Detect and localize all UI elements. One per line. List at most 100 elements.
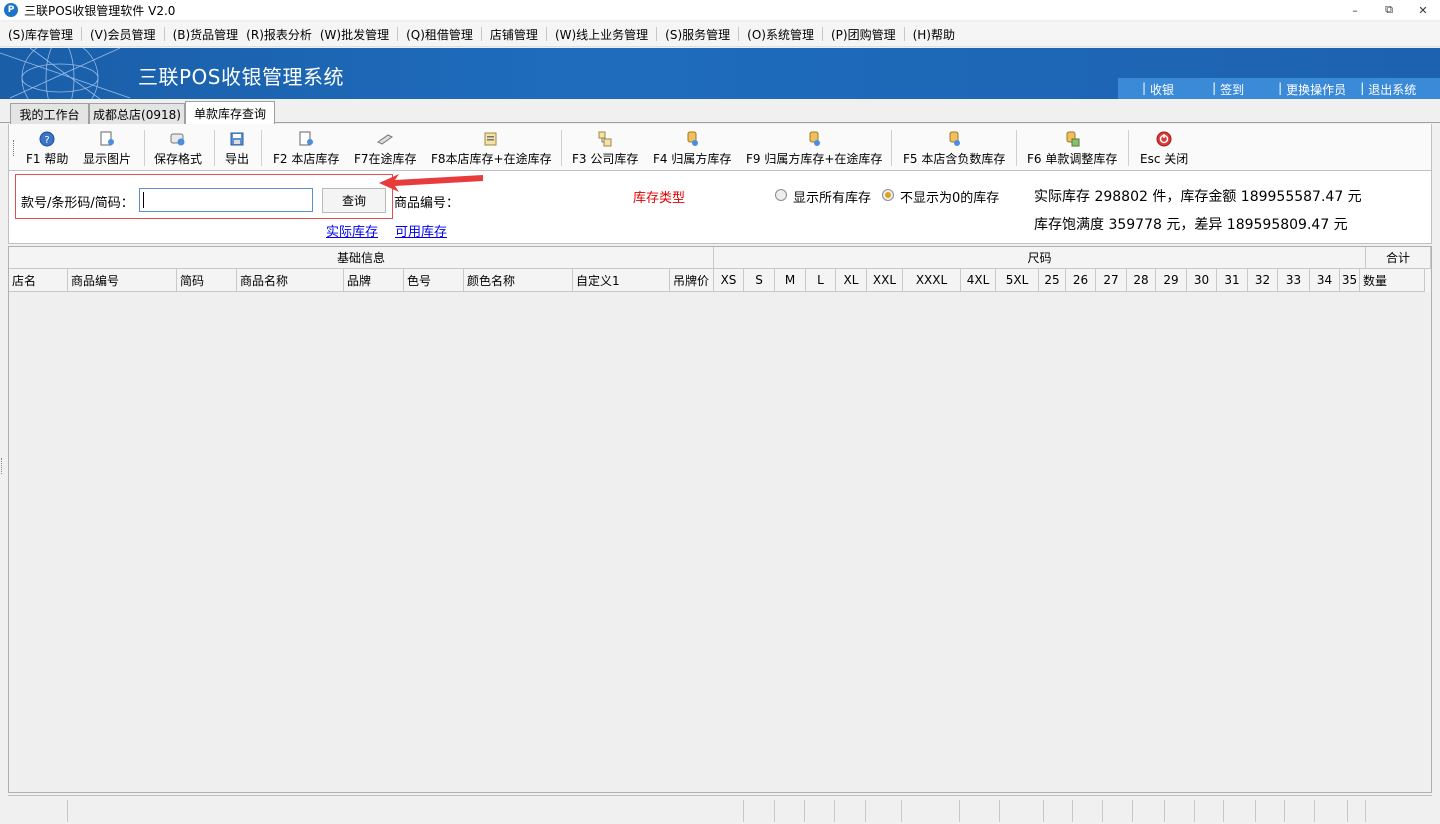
menu-inventory[interactable]: (S)库存管理 <box>4 26 77 43</box>
show-image-button[interactable]: 显示图片 <box>83 130 131 167</box>
stock-type-label: 库存类型 <box>633 191 686 206</box>
product-code-label: 商品编号： <box>394 196 460 211</box>
status-separator <box>1043 800 1044 822</box>
status-separator <box>1194 800 1195 822</box>
esc-close-button[interactable]: Esc 关闭 <box>1140 130 1188 167</box>
splitter-grip[interactable] <box>1 458 4 474</box>
column-header[interactable]: 31 <box>1217 269 1248 292</box>
owner-transit-stock-button[interactable]: F9 归属方库存+在途库存 <box>746 130 882 167</box>
banner: 三联POS收银管理系统 | 收银 | 签到 | 更换操作员 | 退出系统 <box>0 48 1440 99</box>
column-header[interactable]: 28 <box>1127 269 1156 292</box>
menu-member[interactable]: (V)会员管理 <box>86 26 160 43</box>
store-stock-button[interactable]: F2 本店库存 <box>273 130 339 167</box>
column-header[interactable]: 29 <box>1156 269 1187 292</box>
column-header[interactable]: 34 <box>1310 269 1340 292</box>
radio-show-all-stock[interactable] <box>775 189 787 201</box>
column-header[interactable]: 商品编号 <box>68 269 177 292</box>
status-separator <box>1102 800 1103 822</box>
status-separator <box>1314 800 1315 822</box>
close-window-button[interactable]: ✕ <box>1406 0 1440 20</box>
transit-stock-button[interactable]: F7在途库存 <box>354 130 417 167</box>
banner-links: | 收银 | 签到 | 更换操作员 | 退出系统 <box>1142 81 1417 98</box>
menu-reports[interactable]: (R)报表分析 <box>242 26 316 43</box>
menu-store[interactable]: 店铺管理 <box>486 26 542 43</box>
column-header[interactable]: M <box>775 269 806 292</box>
menu-system[interactable]: (O)系统管理 <box>743 26 818 43</box>
radio-hide-zero-stock[interactable] <box>882 189 894 201</box>
column-header[interactable]: 商品名称 <box>237 269 344 292</box>
menu-service[interactable]: (S)服务管理 <box>661 26 734 43</box>
radio-hide-zero-stock-label[interactable]: 不显示为0的库存 <box>900 187 999 206</box>
column-header[interactable]: 数量 <box>1360 269 1425 292</box>
sign-in-link[interactable]: 签到 <box>1220 81 1244 98</box>
column-header[interactable]: XXXL <box>903 269 961 292</box>
actual-stock-link[interactable]: 实际库存 <box>326 221 378 240</box>
minimize-button[interactable]: – <box>1338 0 1372 20</box>
adjust-stock-icon <box>1064 130 1080 148</box>
available-stock-link[interactable]: 可用库存 <box>395 221 447 240</box>
image-icon <box>99 130 115 148</box>
column-header[interactable]: XL <box>836 269 867 292</box>
column-header[interactable]: 27 <box>1096 269 1127 292</box>
menu-rental[interactable]: (Q)租借管理 <box>402 26 477 43</box>
column-header[interactable]: 30 <box>1187 269 1217 292</box>
column-header[interactable]: L <box>806 269 836 292</box>
status-bar <box>8 795 1432 824</box>
summary-stock-amount: 实际库存 298802 件，库存金额 189955587.47 元 <box>1034 189 1362 205</box>
column-header[interactable]: 色号 <box>404 269 464 292</box>
menu-help[interactable]: (H)帮助 <box>909 26 959 43</box>
switch-operator-link[interactable]: 更换操作员 <box>1286 81 1346 98</box>
column-header[interactable]: 简码 <box>177 269 237 292</box>
column-header[interactable]: 自定义1 <box>573 269 670 292</box>
negative-stock-icon <box>946 130 962 148</box>
company-stock-icon <box>597 130 613 148</box>
status-separator <box>1347 800 1348 822</box>
tab-single-stock-query[interactable]: 单款库存查询 <box>185 101 275 124</box>
company-stock-button[interactable]: F3 公司库存 <box>572 130 638 167</box>
column-header[interactable]: 4XL <box>961 269 996 292</box>
column-header[interactable]: 25 <box>1039 269 1066 292</box>
status-separator <box>743 800 744 822</box>
column-header[interactable]: S <box>744 269 775 292</box>
adjust-stock-button[interactable]: F6 单款调整库存 <box>1027 130 1117 167</box>
cashier-link[interactable]: 收银 <box>1150 81 1174 98</box>
menu-group-buy[interactable]: (P)团购管理 <box>827 26 900 43</box>
app-logo-icon: P <box>4 3 18 17</box>
summary-saturation-diff: 库存饱满度 359778 元，差异 189595809.47 元 <box>1034 217 1348 233</box>
column-header[interactable]: 颜色名称 <box>464 269 573 292</box>
negative-stock-button[interactable]: F5 本店含负数库存 <box>903 130 1005 167</box>
column-header[interactable]: 26 <box>1066 269 1096 292</box>
tab-bar: 我的工作台 成都总店(0918) 单款库存查询 <box>0 100 1440 124</box>
search-input[interactable] <box>139 188 313 212</box>
status-separator <box>1223 800 1224 822</box>
radio-show-all-stock-label[interactable]: 显示所有库存 <box>793 187 871 206</box>
menu-goods[interactable]: (B)货品管理 <box>169 26 243 43</box>
column-header[interactable]: 33 <box>1278 269 1310 292</box>
column-header[interactable]: 吊牌价 <box>670 269 714 292</box>
tab-workbench[interactable]: 我的工作台 <box>10 103 89 124</box>
exit-system-link[interactable]: 退出系统 <box>1368 81 1416 98</box>
column-header[interactable]: XS <box>714 269 744 292</box>
column-header[interactable]: 店名 <box>9 269 68 292</box>
store-transit-stock-button[interactable]: F8本店库存+在途库存 <box>431 130 552 167</box>
status-separator <box>834 800 835 822</box>
menu-wholesale[interactable]: (W)批发管理 <box>316 26 393 43</box>
save-format-button[interactable]: 保存格式 <box>154 130 202 167</box>
toolbar-grip[interactable] <box>13 140 15 156</box>
menu-online[interactable]: (W)线上业务管理 <box>551 26 652 43</box>
export-button[interactable]: 导出 <box>225 130 249 167</box>
column-header[interactable]: 品牌 <box>344 269 404 292</box>
column-header[interactable]: XXL <box>867 269 903 292</box>
help-button[interactable]: ? F1 帮助 <box>26 130 68 167</box>
owner-stock-button[interactable]: F4 归属方库存 <box>653 130 731 167</box>
restore-button[interactable]: ⧉ <box>1372 0 1406 20</box>
window-controls: – ⧉ ✕ <box>1338 0 1440 20</box>
column-header[interactable]: 32 <box>1248 269 1278 292</box>
status-separator <box>1132 800 1133 822</box>
transit-icon <box>376 130 394 148</box>
column-header[interactable]: 35 <box>1340 269 1360 292</box>
store-transit-icon <box>483 130 499 148</box>
tab-chengdu-store[interactable]: 成都总店(0918) <box>89 103 185 124</box>
status-separator <box>865 800 866 822</box>
column-header[interactable]: 5XL <box>996 269 1039 292</box>
